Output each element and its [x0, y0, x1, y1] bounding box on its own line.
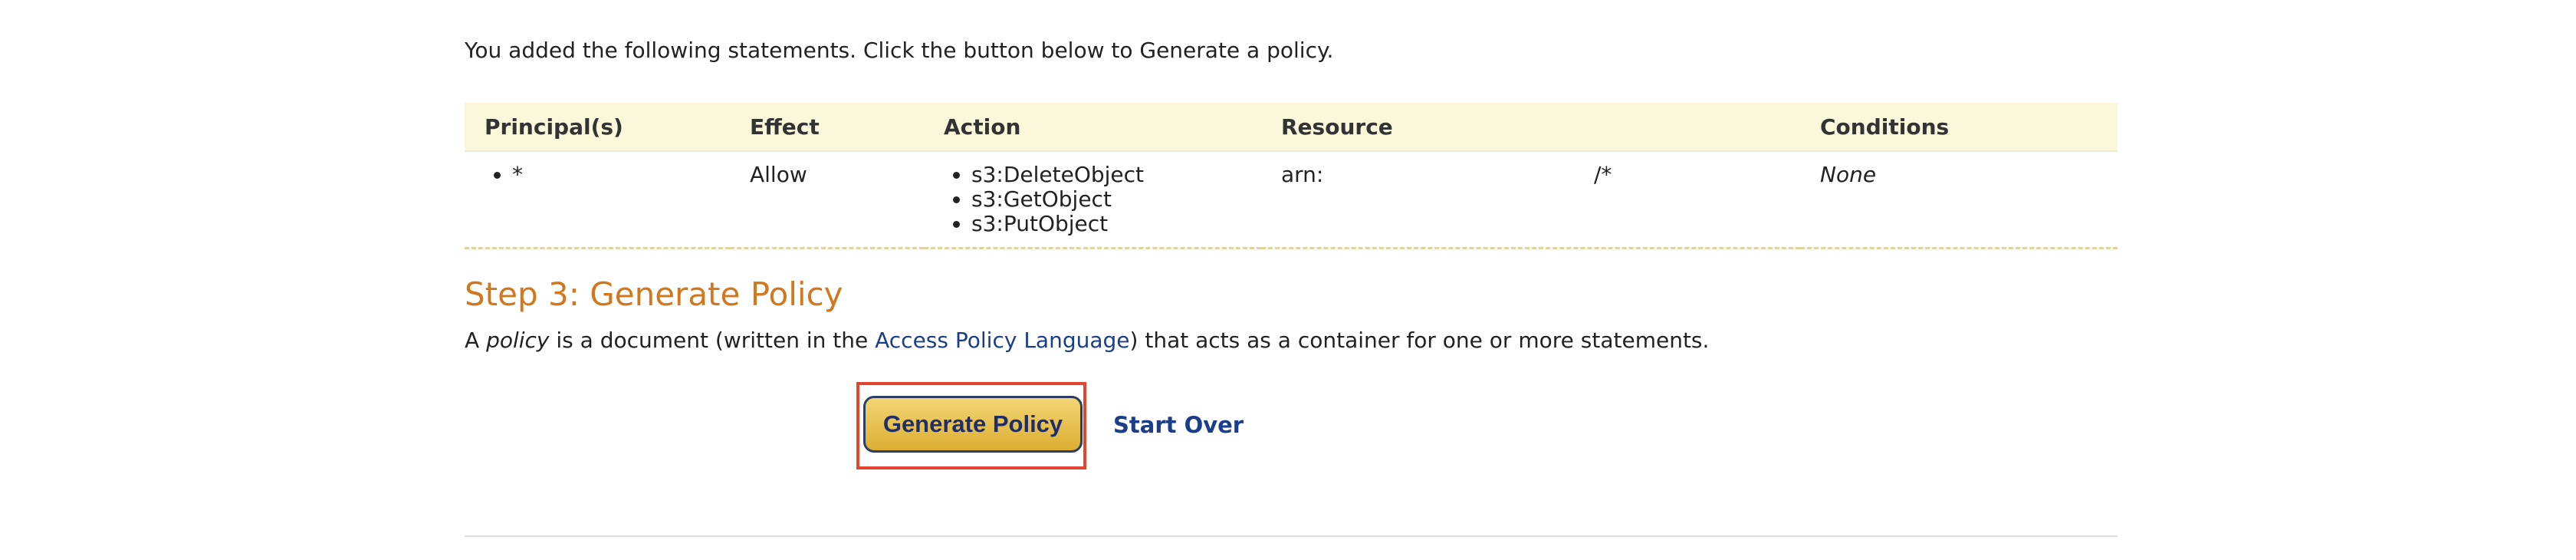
- generate-policy-button[interactable]: Generate Policy: [863, 396, 1083, 453]
- section-divider: [465, 535, 2118, 537]
- principals-list: *: [485, 163, 730, 187]
- header-resource: Resource: [1261, 103, 1800, 152]
- table-row: * Allow s3:DeleteObject s3:GetObject s3:…: [465, 151, 2118, 249]
- resource-prefix: arn:: [1281, 162, 1324, 187]
- actions-list: s3:DeleteObject s3:GetObject s3:PutObjec…: [944, 163, 1261, 236]
- resource-cell: arn: /*: [1261, 151, 1800, 249]
- principal-item: *: [512, 163, 730, 187]
- header-action: Action: [924, 103, 1261, 152]
- statements-table: Principal(s) Effect Action Resource Cond…: [465, 103, 2118, 249]
- step-3-title: Step 3: Generate Policy: [465, 275, 843, 313]
- policy-description: A policy is a document (written in the A…: [465, 327, 1709, 354]
- desc-policy-term: policy: [486, 328, 550, 353]
- desc-part: is a document (written in the: [549, 328, 876, 353]
- resource-suffix: /*: [1594, 162, 1612, 187]
- action-item: s3:PutObject: [971, 212, 1261, 236]
- table-header-row: Principal(s) Effect Action Resource Cond…: [465, 103, 2118, 152]
- header-conditions: Conditions: [1800, 103, 2118, 152]
- header-effect: Effect: [730, 103, 924, 152]
- intro-text: You added the following statements. Clic…: [465, 38, 1334, 63]
- action-item: s3:GetObject: [971, 187, 1261, 212]
- desc-part: A: [465, 328, 487, 353]
- action-item: s3:DeleteObject: [971, 163, 1261, 187]
- effect-cell: Allow: [730, 151, 924, 249]
- actions-cell: s3:DeleteObject s3:GetObject s3:PutObjec…: [924, 151, 1261, 249]
- header-principals: Principal(s): [465, 103, 730, 152]
- access-policy-language-link[interactable]: Access Policy Language: [875, 328, 1129, 353]
- start-over-link[interactable]: Start Over: [1113, 411, 1244, 439]
- principals-cell: *: [465, 151, 730, 249]
- conditions-cell: None: [1800, 151, 2118, 249]
- desc-part: ) that acts as a container for one or mo…: [1129, 328, 1710, 353]
